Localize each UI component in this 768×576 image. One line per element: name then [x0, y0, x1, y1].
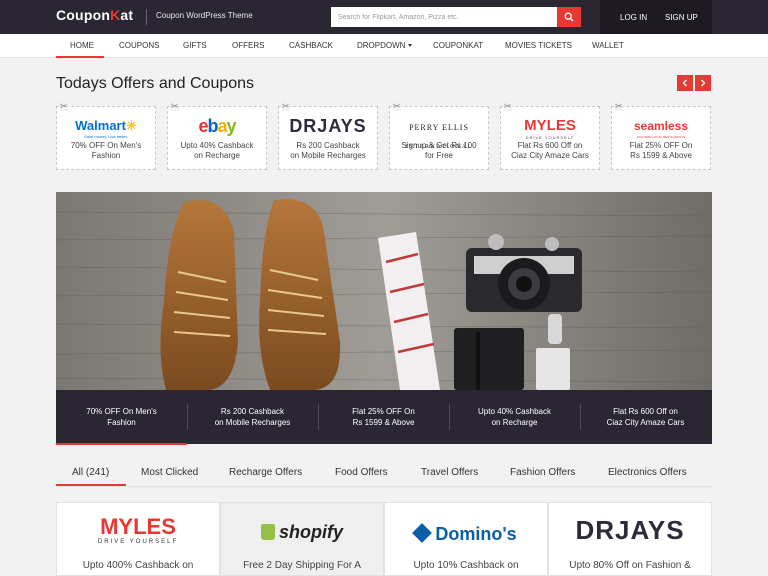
hero-banner[interactable]: [56, 192, 712, 390]
brand-logo-dominos: Domino's: [385, 523, 547, 545]
nav-couponkat[interactable]: COUPONKAT: [433, 41, 483, 50]
hero-tab-2[interactable]: Rs 200 Cashback on Mobile Recharges: [187, 390, 318, 444]
search-input[interactable]: [331, 7, 557, 27]
nav-dropdown[interactable]: DROPDOWN: [357, 41, 413, 50]
offer-text: Upto 40% Cashback on Recharge: [180, 141, 254, 160]
hero-image: [56, 192, 712, 390]
brand-logo-shopify: shopify: [221, 521, 383, 543]
search-icon: [564, 12, 574, 22]
filter-most-clicked[interactable]: Most Clicked: [141, 467, 198, 478]
filter-food[interactable]: Food Offers: [335, 467, 388, 478]
offer-text: Flat 25% OFF On Rs 1599 & Above: [629, 141, 693, 160]
coupon-card-shopify[interactable]: shopify Free 2 Day Shipping For A: [220, 502, 384, 576]
site-tagline: Coupon WordPress Theme: [156, 11, 253, 20]
nav-home[interactable]: HOME: [70, 41, 94, 50]
hero-tabs: 70% OFF On Men's Fashion Rs 200 Cashback o…: [56, 390, 712, 444]
scissors-icon: ✂: [504, 101, 512, 111]
auth-area: LOG IN SIGN UP: [600, 0, 712, 34]
offer-card-myles[interactable]: ✂ MYLES DRIVE YOURSELF Flat Rs 600 Off o…: [500, 101, 600, 170]
nav-movies-tickets[interactable]: MOVIES TICKETS: [505, 41, 572, 50]
nav-coupons[interactable]: COUPONS: [119, 41, 159, 50]
brand-logo-ebay: ebay: [168, 117, 266, 137]
nav-wallet[interactable]: WALLET: [592, 41, 624, 50]
chevron-right-icon: [701, 79, 706, 87]
filter-divider: [56, 486, 712, 487]
brand-logo-drjays: DRJAYS: [575, 515, 685, 545]
main-nav: HOME COUPONS GIFTS OFFERS CASHBACK DROPD…: [0, 34, 768, 58]
carousel-next-button[interactable]: [695, 75, 711, 91]
offer-text: Signup & Get Rs 100 for Free: [401, 141, 477, 160]
logo-divider: [146, 9, 147, 25]
coupon-card-drjays[interactable]: DRJAYS Upto 80% Off on Fashion &: [548, 502, 712, 576]
brand-logo-myles: MYLES DRIVE YOURSELF: [97, 514, 179, 546]
offer-text: Flat Rs 600 Off on Ciaz City Amaze Cars: [511, 141, 589, 160]
nav-offers[interactable]: OFFERS: [232, 41, 264, 50]
dominos-tile-icon: [412, 523, 433, 543]
filter-fashion[interactable]: Fashion Offers: [510, 467, 575, 478]
ebay-letter: y: [226, 116, 237, 136]
ebay-letter: b: [207, 116, 218, 136]
offer-card-seamless[interactable]: ✂ seamless FAVORITE LOCAL RESTAURANTS Fl…: [611, 101, 711, 170]
scissors-icon: ✂: [615, 101, 623, 111]
offer-card-perry-ellis[interactable]: ✂ PERRY ELLIS INTERNATIONAL Signup & Get…: [389, 101, 489, 170]
brand-logo-walmart: Walmart✳ Save money. Live better.: [75, 118, 137, 139]
offer-card-ebay[interactable]: ✂ ebay Upto 40% Cashback on Recharge: [167, 101, 267, 170]
site-logo[interactable]: CouponKat: [56, 7, 133, 23]
nav-gifts[interactable]: GIFTS: [183, 41, 207, 50]
brand-logo-seamless: seamless FAVORITE LOCAL RESTAURANTS: [633, 119, 689, 139]
section-title: Todays Offers and Coupons: [56, 75, 255, 92]
nav-cashback[interactable]: CASHBACK: [289, 41, 333, 50]
caret-down-icon: [408, 44, 413, 48]
coupon-text: Upto 80% Off on Fashion &: [569, 560, 691, 571]
filter-all[interactable]: All (241): [72, 467, 109, 478]
scissors-icon: ✂: [171, 101, 179, 111]
login-link[interactable]: LOG IN: [620, 13, 647, 22]
coupon-card-dominos[interactable]: Domino's Upto 10% Cashback on: [384, 502, 548, 576]
scissors-icon: ✂: [282, 101, 290, 111]
hero-tab-4[interactable]: Upto 40% Cashback on Recharge: [449, 390, 580, 444]
filter-recharge[interactable]: Recharge Offers: [229, 467, 302, 478]
filter-electronics[interactable]: Electronics Offers: [608, 467, 687, 478]
hero-active-indicator: [56, 443, 187, 445]
filter-active-indicator: [56, 484, 126, 486]
filter-travel[interactable]: Travel Offers: [421, 467, 478, 478]
ebay-letter: a: [217, 116, 227, 136]
search-button[interactable]: [557, 7, 581, 27]
brand-logo-myles: MYLES DRIVE YOURSELF: [524, 117, 576, 140]
scissors-icon: ✂: [393, 101, 401, 111]
coupon-text: Upto 400% Cashback on: [82, 560, 194, 571]
signup-link[interactable]: SIGN UP: [665, 13, 698, 22]
shopify-bag-icon: [260, 524, 275, 540]
offer-card-drjays[interactable]: ✂ DRJAYS Rs 200 Cashback on Mobile Rechar…: [278, 101, 378, 170]
coupon-text: Upto 10% Cashback on: [413, 560, 519, 571]
hero-tab-3[interactable]: Flat 25% OFF On Rs 1599 & Above: [318, 390, 449, 444]
hero-tab-1[interactable]: 70% OFF On Men's Fashion: [56, 390, 187, 444]
brand-logo-drjays: DRJAYS: [289, 116, 367, 136]
chevron-left-icon: [682, 79, 687, 87]
top-bar: CouponKat Coupon WordPress Theme LOG IN …: [0, 0, 768, 34]
scissors-icon: ✂: [60, 101, 68, 111]
offer-text: 70% OFF On Men's Fashion: [70, 141, 142, 160]
nav-active-indicator: [56, 56, 104, 58]
coupon-text: Free 2 Day Shipping For A: [243, 560, 361, 571]
offer-text: Rs 200 Cashback on Mobile Recharges: [290, 141, 366, 160]
coupon-card-myles[interactable]: MYLES DRIVE YOURSELF Upto 400% Cashback …: [56, 502, 220, 576]
offer-card-walmart[interactable]: ✂ Walmart✳ Save money. Live better. 70% …: [56, 101, 156, 170]
carousel-prev-button[interactable]: [677, 75, 693, 91]
hero-tab-5[interactable]: Flat Rs 600 Off on Ciaz City Amaze Cars: [580, 390, 711, 444]
